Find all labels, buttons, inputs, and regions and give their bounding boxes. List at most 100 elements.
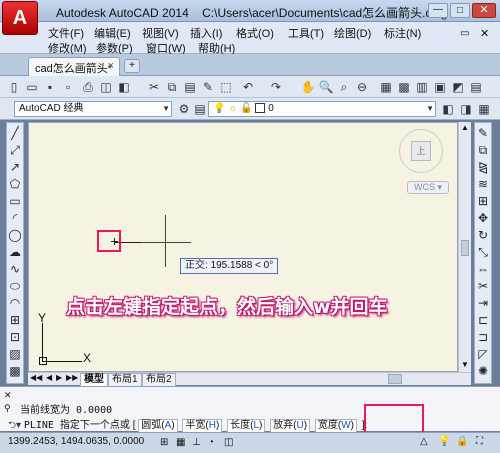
redo-icon[interactable]: ↷ — [268, 79, 284, 95]
offset-tool-icon[interactable]: ≋ — [475, 176, 491, 193]
new-file-icon[interactable]: ▯ — [6, 79, 22, 95]
layer-states-icon[interactable]: ▦ — [476, 101, 492, 117]
undo-icon[interactable]: ↶ — [240, 79, 256, 95]
tab-last-icon[interactable]: ▶▶ — [66, 373, 78, 382]
clean-screen-icon[interactable]: ⛶ — [476, 436, 483, 447]
viewcube[interactable]: 上 — [395, 125, 447, 177]
preview-icon[interactable]: ◫ — [98, 79, 114, 95]
application-menu-button[interactable]: A — [2, 1, 38, 35]
tab-next-icon[interactable]: ▶ — [56, 373, 62, 382]
lock-status-icon[interactable]: 🔒 — [456, 436, 468, 447]
layer-previous-icon[interactable]: ◨ — [458, 101, 474, 117]
osnap-icon[interactable]: ◫ — [224, 437, 233, 448]
calculator-icon[interactable]: ▤ — [468, 79, 484, 95]
scale-tool-icon[interactable]: ⤡ — [475, 244, 491, 261]
design-center-icon[interactable]: ▩ — [396, 79, 412, 95]
join-tool-icon[interactable]: ⊐ — [475, 329, 491, 346]
tab-close-icon[interactable]: × — [108, 60, 114, 72]
option-width[interactable]: 宽度(W) — [314, 419, 357, 433]
annotation-scale-icon[interactable]: △ — [420, 436, 428, 447]
stretch-tool-icon[interactable]: ⇔ — [475, 261, 491, 278]
option-length[interactable]: 长度(L) — [227, 419, 266, 433]
menu-view[interactable]: 视图(V) — [142, 25, 179, 41]
vertical-scroll-thumb[interactable] — [461, 240, 469, 256]
lightbulb-status-icon[interactable]: 💡 — [438, 436, 450, 447]
close-window-button[interactable]: ✕ — [472, 3, 496, 18]
tab-layout2[interactable]: 布局2 — [142, 373, 176, 387]
copy-icon[interactable]: ⧉ — [164, 79, 180, 95]
properties-icon[interactable]: ▦ — [378, 79, 394, 95]
snap-icon[interactable]: ⊞ — [160, 437, 168, 448]
extend-tool-icon[interactable]: ⇥ — [475, 295, 491, 312]
ellipse-arc-icon[interactable]: ◠ — [7, 295, 23, 312]
zoom-realtime-icon[interactable]: 🔍 — [318, 79, 334, 95]
menu-insert[interactable]: 插入(I) — [190, 25, 222, 41]
sheet-set-icon[interactable]: ▣ — [432, 79, 448, 95]
construction-line-icon[interactable]: ⤢ — [7, 142, 23, 159]
match-properties-icon[interactable]: ✎ — [200, 79, 216, 95]
minimize-button[interactable]: — — [428, 3, 448, 18]
break-tool-icon[interactable]: ⊏ — [475, 312, 491, 329]
mirror-tool-icon[interactable]: ⧎ — [475, 159, 491, 176]
print-icon[interactable]: ⎙ — [80, 79, 96, 95]
copy-object-icon[interactable]: ⧉ — [475, 142, 491, 159]
line-tool-icon[interactable]: ╱ — [7, 125, 23, 142]
scroll-down-icon[interactable]: ▼ — [461, 360, 469, 369]
layer-select[interactable]: 💡 ☼ 🔓 0 ▼ — [208, 101, 436, 117]
revision-cloud-icon[interactable]: ☁ — [7, 244, 23, 261]
erase-tool-icon[interactable]: ✎ — [475, 125, 491, 142]
tab-document[interactable]: cad怎么画箭头* × — [28, 57, 120, 76]
new-tab-button[interactable]: + — [124, 59, 140, 73]
wcs-menu[interactable]: WCS ▾ — [407, 181, 449, 194]
spline-tool-icon[interactable]: ∿ — [7, 261, 23, 278]
tab-first-icon[interactable]: ◀◀ — [30, 373, 42, 382]
viewcube-top-face[interactable]: 上 — [411, 141, 431, 161]
restore-doc-button[interactable]: ▭ — [460, 28, 469, 39]
ellipse-tool-icon[interactable]: ⬭ — [7, 278, 23, 295]
horizontal-scroll-thumb[interactable] — [388, 374, 402, 384]
command-settings-icon[interactable]: ⚲ — [4, 403, 11, 414]
explode-tool-icon[interactable]: ✺ — [475, 363, 491, 380]
zoom-previous-icon[interactable]: ⊖ — [354, 79, 370, 95]
pan-icon[interactable]: ✋ — [300, 79, 316, 95]
array-tool-icon[interactable]: ⊞ — [475, 193, 491, 210]
chamfer-tool-icon[interactable]: ◸ — [475, 346, 491, 363]
grid-icon[interactable]: ▦ — [176, 437, 185, 448]
rectangle-tool-icon[interactable]: ▭ — [7, 193, 23, 210]
make-current-layer-icon[interactable]: ◧ — [440, 101, 456, 117]
command-close-icon[interactable]: ✕ — [4, 390, 12, 401]
maximize-button[interactable]: □ — [450, 3, 470, 18]
workspace-select[interactable]: AutoCAD 经典 ▼ — [14, 101, 172, 117]
hatch-tool-icon[interactable]: ▨ — [7, 346, 23, 363]
scroll-up-icon[interactable]: ▲ — [461, 123, 469, 132]
vertical-scrollbar[interactable]: ▲ ▼ — [458, 122, 471, 372]
rotate-tool-icon[interactable]: ↻ — [475, 227, 491, 244]
publish-icon[interactable]: ◧ — [116, 79, 132, 95]
circle-tool-icon[interactable]: ◯ — [7, 227, 23, 244]
open-file-icon[interactable]: ▭ — [24, 79, 40, 95]
option-halfwidth[interactable]: 半宽(H) — [182, 419, 223, 433]
insert-block-icon[interactable]: ⊞ — [7, 312, 23, 329]
settings-gear-icon[interactable]: ⚙ — [176, 101, 192, 117]
menu-tools[interactable]: 工具(T) — [288, 25, 324, 41]
ortho-icon[interactable]: ⊥ — [192, 437, 201, 448]
make-block-icon[interactable]: ⊡ — [7, 329, 23, 346]
trim-tool-icon[interactable]: ✂ — [475, 278, 491, 295]
menu-edit[interactable]: 编辑(E) — [94, 25, 131, 41]
tab-layout1[interactable]: 布局1 — [108, 373, 142, 387]
cut-icon[interactable]: ✂ — [146, 79, 162, 95]
menu-format[interactable]: 格式(O) — [236, 25, 274, 41]
tool-palettes-icon[interactable]: ▥ — [414, 79, 430, 95]
markup-icon[interactable]: ◩ — [450, 79, 466, 95]
polyline-tool-icon[interactable]: ↗ — [7, 159, 23, 176]
close-doc-button[interactable]: ✕ — [480, 27, 489, 40]
save-icon[interactable]: ▪ — [42, 79, 58, 95]
paste-icon[interactable]: ▤ — [182, 79, 198, 95]
zoom-window-icon[interactable]: ⌕ — [336, 79, 352, 95]
layer-properties-icon[interactable]: ▤ — [192, 101, 208, 117]
arc-tool-icon[interactable]: ◜ — [7, 210, 23, 227]
tab-model[interactable]: 模型 — [80, 373, 108, 387]
block-editor-icon[interactable]: ⬚ — [218, 79, 234, 95]
move-tool-icon[interactable]: ✥ — [475, 210, 491, 227]
option-arc[interactable]: 圆弧(A) — [138, 419, 178, 433]
